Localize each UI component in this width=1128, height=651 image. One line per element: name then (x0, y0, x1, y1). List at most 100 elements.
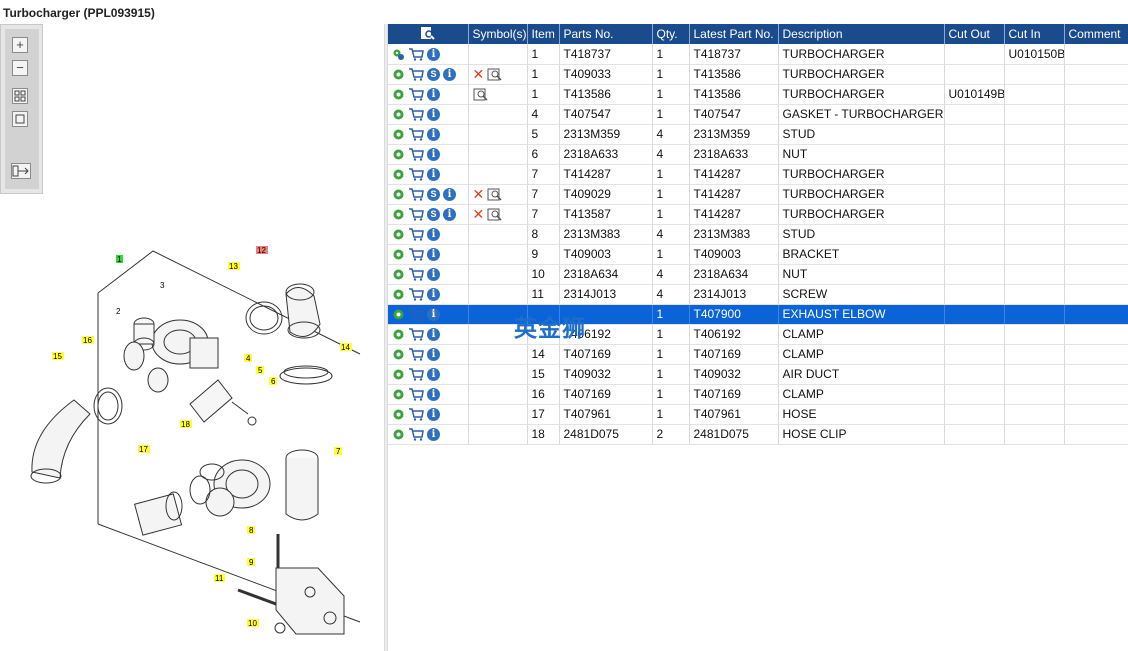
row-actions[interactable]: i (388, 224, 469, 245)
cart-icon[interactable] (408, 428, 424, 441)
row-symbols[interactable] (468, 424, 528, 445)
cart-icon[interactable] (408, 108, 424, 121)
row-actions[interactable]: Si (388, 184, 469, 205)
book-search-icon[interactable] (487, 208, 503, 221)
table-row[interactable]: i 5 2313M359 4 2313M359 STUD (388, 124, 1128, 145)
cart-icon[interactable] (408, 168, 424, 181)
supersession-icon[interactable]: S (427, 188, 440, 202)
column-header-cut-out[interactable]: Cut Out (944, 24, 1005, 44)
row-actions[interactable]: i (388, 324, 469, 345)
cart-icon[interactable] (408, 348, 424, 361)
info-icon[interactable]: i (427, 368, 440, 382)
multi-gear-icon[interactable] (392, 48, 405, 61)
gear-icon[interactable] (392, 168, 405, 181)
cart-icon[interactable] (408, 268, 424, 281)
column-header-cut-in[interactable]: Cut In (1004, 24, 1065, 44)
cart-icon[interactable] (408, 228, 424, 241)
row-symbols[interactable] (468, 104, 528, 125)
gear-icon[interactable] (392, 228, 405, 241)
row-actions[interactable]: i (388, 124, 469, 145)
gear-icon[interactable] (392, 88, 405, 101)
table-row[interactable]: i 4 T407547 1 T407547 GASKET - TURBOCHARGER (388, 104, 1128, 125)
info-icon[interactable]: i (427, 168, 440, 182)
info-icon[interactable]: i (427, 148, 440, 162)
table-row[interactable]: i 15 T409032 1 T409032 AIR DUCT (388, 364, 1128, 385)
row-symbols[interactable]: ✕ (468, 64, 528, 85)
gear-icon[interactable] (392, 408, 405, 421)
row-symbols[interactable] (468, 144, 528, 165)
cart-icon[interactable] (408, 248, 424, 261)
info-icon[interactable]: i (443, 208, 456, 222)
diagram-pane[interactable]: + − 1 2 3 4 5 6 7 8 9 10 11 12 13 14 15 … (0, 24, 384, 651)
table-row[interactable]: i 7 T414287 1 T414287 TURBOCHARGER (388, 164, 1128, 185)
book-search-icon[interactable] (487, 188, 503, 201)
row-symbols[interactable] (468, 244, 528, 265)
gear-icon[interactable] (392, 188, 405, 201)
row-symbols[interactable] (468, 364, 528, 385)
gear-icon[interactable] (392, 348, 405, 361)
obsolete-x-icon[interactable]: ✕ (473, 67, 485, 81)
info-icon[interactable]: i (443, 68, 456, 82)
column-header-latest-part-no[interactable]: Latest Part No. (689, 24, 779, 44)
table-row[interactable]: i 9 T409003 1 T409003 BRACKET (388, 244, 1128, 265)
book-search-icon[interactable] (473, 88, 489, 101)
info-icon[interactable]: i (443, 188, 456, 202)
column-header-item[interactable]: Item (527, 24, 560, 44)
gear-icon[interactable] (392, 68, 405, 81)
row-actions[interactable]: i (388, 364, 469, 385)
table-row[interactable]: i 1 T407900 EXHAUST ELBOW (388, 304, 1128, 325)
info-icon[interactable]: i (427, 88, 440, 102)
cart-icon[interactable] (408, 388, 424, 401)
row-actions[interactable]: i (388, 424, 469, 445)
cart-icon[interactable] (408, 288, 424, 301)
cart-icon[interactable] (408, 68, 424, 81)
table-row[interactable]: i 1 T413586 1 T413586 TURBOCHARGER U010149B (388, 84, 1128, 105)
column-header-qty[interactable]: Qty. (652, 24, 690, 44)
table-row[interactable]: i 11 2314J013 4 2314J013 SCREW (388, 284, 1128, 305)
table-row[interactable]: Si ✕ 7 T409029 1 T414287 TURBOCHARGER (388, 184, 1128, 205)
table-row[interactable]: i 10 2318A634 4 2318A634 NUT (388, 264, 1128, 285)
obsolete-x-icon[interactable]: ✕ (473, 187, 485, 201)
info-icon[interactable]: i (427, 128, 440, 142)
row-symbols[interactable] (468, 344, 528, 365)
column-header-actions[interactable] (388, 24, 469, 44)
row-symbols[interactable]: ✕ (468, 204, 528, 225)
info-icon[interactable]: i (427, 308, 440, 322)
cart-icon[interactable] (408, 188, 424, 201)
table-row[interactable]: i 1 T418737 1 T418737 TURBOCHARGER U010150B (388, 44, 1128, 65)
gear-icon[interactable] (392, 108, 405, 121)
cart-icon[interactable] (408, 408, 424, 421)
row-actions[interactable]: i (388, 84, 469, 105)
gear-icon[interactable] (392, 248, 405, 261)
table-row[interactable]: Si ✕ 7 T413587 1 T414287 TURBOCHARGER (388, 204, 1128, 225)
info-icon[interactable]: i (427, 288, 440, 302)
gear-icon[interactable] (392, 308, 405, 321)
row-actions[interactable]: Si (388, 64, 469, 85)
table-row[interactable]: i 16 T407169 1 T407169 CLAMP (388, 384, 1128, 405)
info-icon[interactable]: i (427, 348, 440, 362)
info-icon[interactable]: i (427, 408, 440, 422)
gear-icon[interactable] (392, 268, 405, 281)
gear-icon[interactable] (392, 288, 405, 301)
row-actions[interactable]: i (388, 344, 469, 365)
row-symbols[interactable] (468, 284, 528, 305)
info-icon[interactable]: i (427, 47, 440, 61)
row-actions[interactable]: i (388, 384, 469, 405)
supersession-icon[interactable]: S (427, 208, 440, 222)
table-row[interactable]: i 17 T407961 1 T407961 HOSE (388, 404, 1128, 425)
book-search-icon[interactable] (487, 68, 503, 81)
row-actions[interactable]: i (388, 164, 469, 185)
row-symbols[interactable] (468, 164, 528, 185)
cart-icon[interactable] (408, 148, 424, 161)
table-row[interactable]: i 6 2318A633 4 2318A633 NUT (388, 144, 1128, 165)
row-actions[interactable]: i (388, 304, 469, 325)
row-actions[interactable]: i (388, 44, 469, 65)
table-row[interactable]: i 8 2313M383 4 2313M383 STUD (388, 224, 1128, 245)
row-actions[interactable]: i (388, 144, 469, 165)
table-row[interactable]: Si ✕ 1 T409033 1 T413586 TURBOCHARGER (388, 64, 1128, 85)
gear-icon[interactable] (392, 328, 405, 341)
column-header-description[interactable]: Description (778, 24, 945, 44)
row-actions[interactable]: i (388, 264, 469, 285)
info-icon[interactable]: i (427, 108, 440, 122)
gear-icon[interactable] (392, 148, 405, 161)
